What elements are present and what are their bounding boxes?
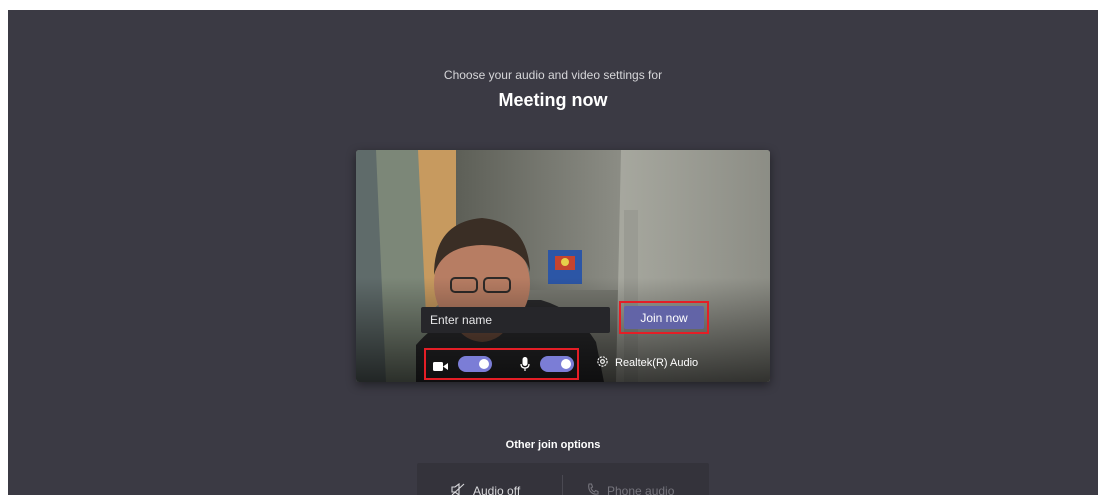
device-settings-button[interactable]: Realtek(R) Audio	[596, 355, 698, 371]
audio-device-label: Realtek(R) Audio	[615, 357, 699, 369]
other-join-options-title: Other join options	[505, 439, 601, 451]
microphone-icon	[520, 357, 530, 377]
microphone-toggle-knob	[561, 359, 571, 369]
video-preview: Join now	[356, 150, 770, 382]
camera-icon	[433, 359, 449, 377]
av-toggles-highlight	[424, 348, 579, 380]
options-divider	[562, 475, 563, 495]
camera-toggle-knob	[479, 359, 489, 369]
phone-audio-button[interactable]: Phone audio	[587, 483, 674, 495]
join-button-highlight: Join now	[619, 301, 709, 334]
audio-off-label: Audio off	[473, 484, 521, 495]
meeting-prejoin-screen: Choose your audio and video settings for…	[8, 10, 1098, 495]
audio-off-icon	[451, 482, 465, 495]
gear-icon	[596, 355, 609, 371]
settings-subtitle: Choose your audio and video settings for	[443, 68, 663, 82]
phone-audio-label: Phone audio	[607, 484, 675, 495]
name-input[interactable]	[421, 307, 610, 333]
phone-icon	[587, 483, 599, 495]
audio-off-button[interactable]: Audio off	[451, 482, 521, 495]
meeting-title: Meeting now	[498, 90, 608, 110]
camera-toggle[interactable]	[458, 356, 492, 372]
join-now-button[interactable]: Join now	[624, 306, 704, 329]
microphone-toggle[interactable]	[540, 356, 574, 372]
other-join-options-panel: Audio off Phone audio	[417, 463, 709, 495]
